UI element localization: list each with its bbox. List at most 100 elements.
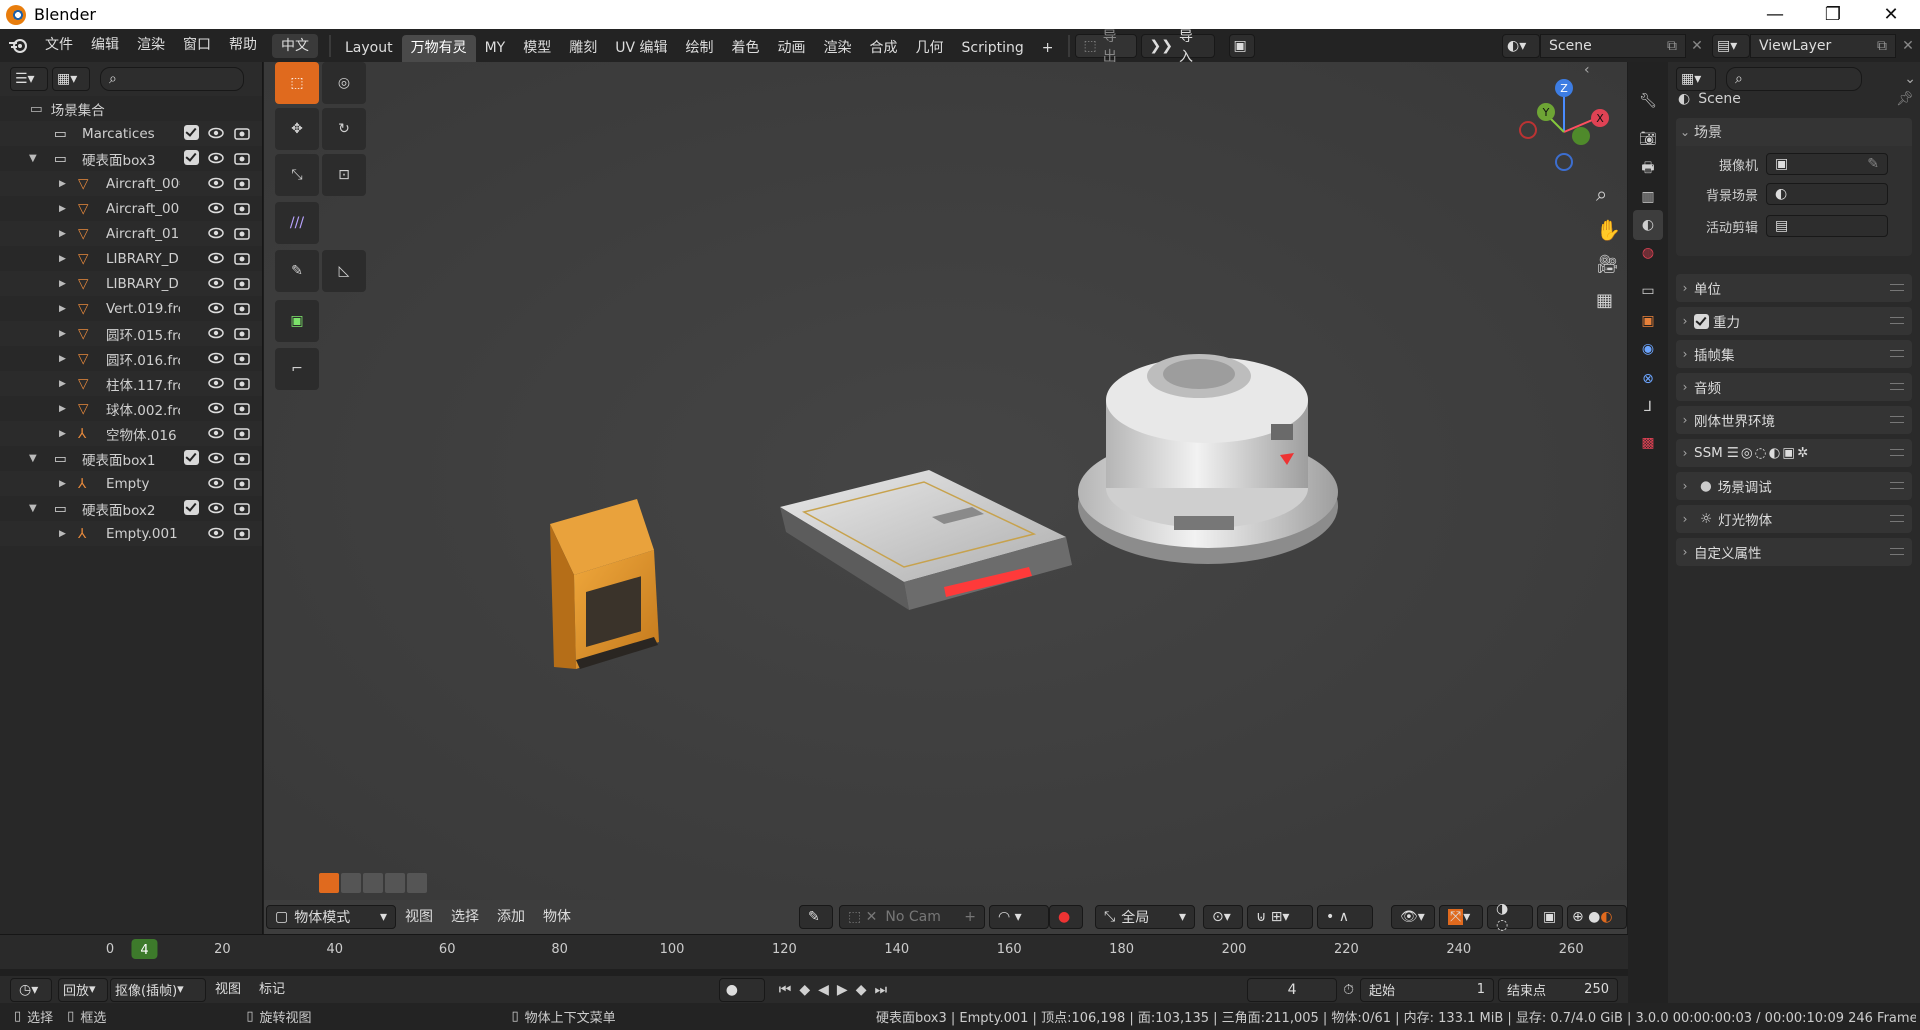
chevron-right-icon[interactable]: ▶	[59, 254, 66, 264]
eye-icon[interactable]	[208, 200, 224, 216]
rotate-tool[interactable]: ↻	[322, 108, 366, 150]
cylinder-model[interactable]	[1078, 354, 1338, 564]
scene-field[interactable]: Scene ⧉	[1540, 33, 1686, 58]
outliner-row[interactable]: ▼ ▭ 硬表面box3	[0, 146, 262, 171]
visibility-icon[interactable]: 👁︎▾	[1391, 905, 1435, 929]
property-panel[interactable]: › ● 场景调试	[1676, 472, 1912, 500]
eye-icon[interactable]	[208, 525, 224, 541]
tab-my[interactable]: MY	[476, 35, 515, 62]
gravity-checkbox[interactable]	[1694, 313, 1709, 329]
outliner-row[interactable]: ▶ ⅄ 空物体.016	[0, 421, 262, 446]
outliner-row[interactable]: ▶ ⅄ Empty.001	[0, 521, 262, 546]
select-invert-icon[interactable]	[385, 873, 405, 893]
chevron-right-icon[interactable]: ▶	[59, 429, 66, 439]
chevron-right-icon[interactable]: ▶	[59, 229, 66, 239]
render-camera-icon[interactable]	[234, 125, 250, 141]
duplicate-icon[interactable]: ⧉	[1667, 38, 1677, 54]
start-frame-field[interactable]: 起始 1	[1360, 977, 1494, 1002]
modifier-tab-icon[interactable]: ◉	[1633, 334, 1663, 364]
select-box-tool[interactable]: ⬚	[275, 62, 319, 104]
menu-timeline-view[interactable]: 视图	[206, 973, 250, 1006]
active-clip-picker[interactable]: ▤	[1766, 215, 1888, 237]
eye-icon[interactable]	[208, 175, 224, 191]
maximize-button[interactable]: ❐	[1804, 0, 1862, 29]
chevron-down-icon[interactable]: ▼	[29, 453, 37, 464]
outliner-row[interactable]: ▶ ▽ LIBRARY_D	[0, 246, 262, 271]
chevron-right-icon[interactable]: ▶	[59, 179, 66, 189]
bevel-tool[interactable]: ⌐	[275, 348, 319, 390]
tab-layout[interactable]: Layout	[336, 35, 402, 62]
outliner-search-input[interactable]: ⌕	[100, 67, 244, 91]
record-icon[interactable]: ●	[718, 977, 765, 1002]
scene-selector-icon[interactable]: ◐▾	[1502, 33, 1540, 58]
tab-shading[interactable]: 着色	[723, 35, 769, 62]
drag-handle-icon[interactable]	[1890, 416, 1904, 423]
blender-menu-icon[interactable]	[0, 38, 36, 54]
tab-wanwuyouling[interactable]: 万物有灵	[401, 35, 476, 62]
pan-hand-icon[interactable]: ✋	[1596, 218, 1621, 242]
eye-icon[interactable]	[208, 325, 224, 341]
chevron-right-icon[interactable]: ▶	[59, 354, 66, 364]
render-camera-icon[interactable]	[234, 475, 250, 491]
chevron-right-icon[interactable]: ▶	[59, 379, 66, 389]
chevron-right-icon[interactable]: ▶	[59, 529, 66, 539]
eyedropper-icon[interactable]: ✎	[1867, 156, 1879, 172]
drag-handle-icon[interactable]	[1890, 284, 1904, 291]
outliner-root[interactable]: ▭ 场景集合	[0, 96, 262, 121]
chevron-right-icon[interactable]: ▶	[59, 304, 66, 314]
outliner-row[interactable]: ▶ ▽ 球体.002.frc	[0, 396, 262, 421]
menu-select[interactable]: 选择	[442, 901, 488, 934]
transform-tool[interactable]: ⊡	[322, 154, 366, 196]
viewlayer-tab-icon[interactable]: ▥	[1633, 182, 1663, 212]
chevron-down-icon[interactable]: ▼	[29, 153, 37, 164]
ssm-tool-icons[interactable]: ☰◎◌◐▣✲	[1727, 445, 1811, 461]
scene-section-header[interactable]: ⌄ 场景	[1676, 118, 1912, 146]
drag-handle-icon[interactable]	[1890, 482, 1904, 489]
eye-icon[interactable]	[208, 500, 224, 516]
property-panel[interactable]: › 重力	[1676, 307, 1912, 335]
mode-dropdown[interactable]: ▢ 物体模式 ▾	[266, 905, 396, 929]
import-button[interactable]: ❯❯ 导入	[1140, 29, 1215, 65]
tab-model[interactable]: 模型	[514, 35, 560, 62]
jump-start-icon[interactable]: ⏮	[779, 982, 792, 998]
render-camera-icon[interactable]	[234, 375, 250, 391]
grid-view-icon[interactable]: ▦	[1596, 290, 1613, 311]
drag-handle-icon[interactable]	[1890, 383, 1904, 390]
texture-tab-icon[interactable]: ▩	[1633, 428, 1663, 458]
camera-field[interactable]: ⬚ ✕ No Cam +	[839, 905, 985, 929]
prev-keyframe-icon[interactable]: ◆	[799, 982, 810, 998]
render-camera-icon[interactable]	[234, 500, 250, 516]
drag-handle-icon[interactable]	[1890, 449, 1904, 456]
chevron-right-icon[interactable]: ▶	[59, 279, 66, 289]
exclude-checkbox[interactable]	[184, 150, 199, 165]
camera-view-icon[interactable]: 🎥︎	[1596, 254, 1619, 275]
menu-view[interactable]: 视图	[396, 901, 442, 934]
menu-edit[interactable]: 编辑	[82, 29, 128, 62]
draw-tool[interactable]: ✎	[275, 250, 319, 292]
select-extend-icon[interactable]	[341, 873, 361, 893]
eye-icon[interactable]	[208, 425, 224, 441]
play-reverse-icon[interactable]: ◀	[818, 982, 829, 998]
tab-sculpt[interactable]: 雕刻	[560, 35, 606, 62]
eye-icon[interactable]	[208, 450, 224, 466]
editor-type-icon[interactable]: ☰▾	[10, 67, 48, 91]
cursor-tool[interactable]: ◎	[322, 62, 366, 104]
pin-icon[interactable]: 📌︎	[1896, 91, 1914, 107]
outliner-row[interactable]: ▶ ⅄ Empty	[0, 471, 262, 496]
tab-geometry[interactable]: 几何	[907, 35, 953, 62]
exclude-checkbox[interactable]	[184, 125, 199, 140]
select-intersect-icon[interactable]	[407, 873, 427, 893]
scale-tool[interactable]: ⤡	[275, 154, 319, 196]
menu-render[interactable]: 渲染	[128, 29, 174, 62]
output-tab-icon[interactable]: 🖶︎	[1633, 154, 1663, 184]
background-scene-picker[interactable]: ◐	[1766, 183, 1888, 205]
playback-dropdown[interactable]: 回放 ▾	[58, 977, 108, 1002]
world-tab-icon[interactable]: ◍	[1633, 238, 1663, 268]
chevron-right-icon[interactable]: ▶	[59, 204, 66, 214]
move-tool[interactable]: ✥	[275, 108, 319, 150]
property-panel[interactable]: › 刚体世界环境	[1676, 406, 1912, 434]
property-panel[interactable]: › ☼ 灯光物体	[1676, 505, 1912, 533]
select-subtract-icon[interactable]	[363, 873, 383, 893]
chevron-right-icon[interactable]: ▶	[59, 404, 66, 414]
eye-icon[interactable]	[208, 400, 224, 416]
